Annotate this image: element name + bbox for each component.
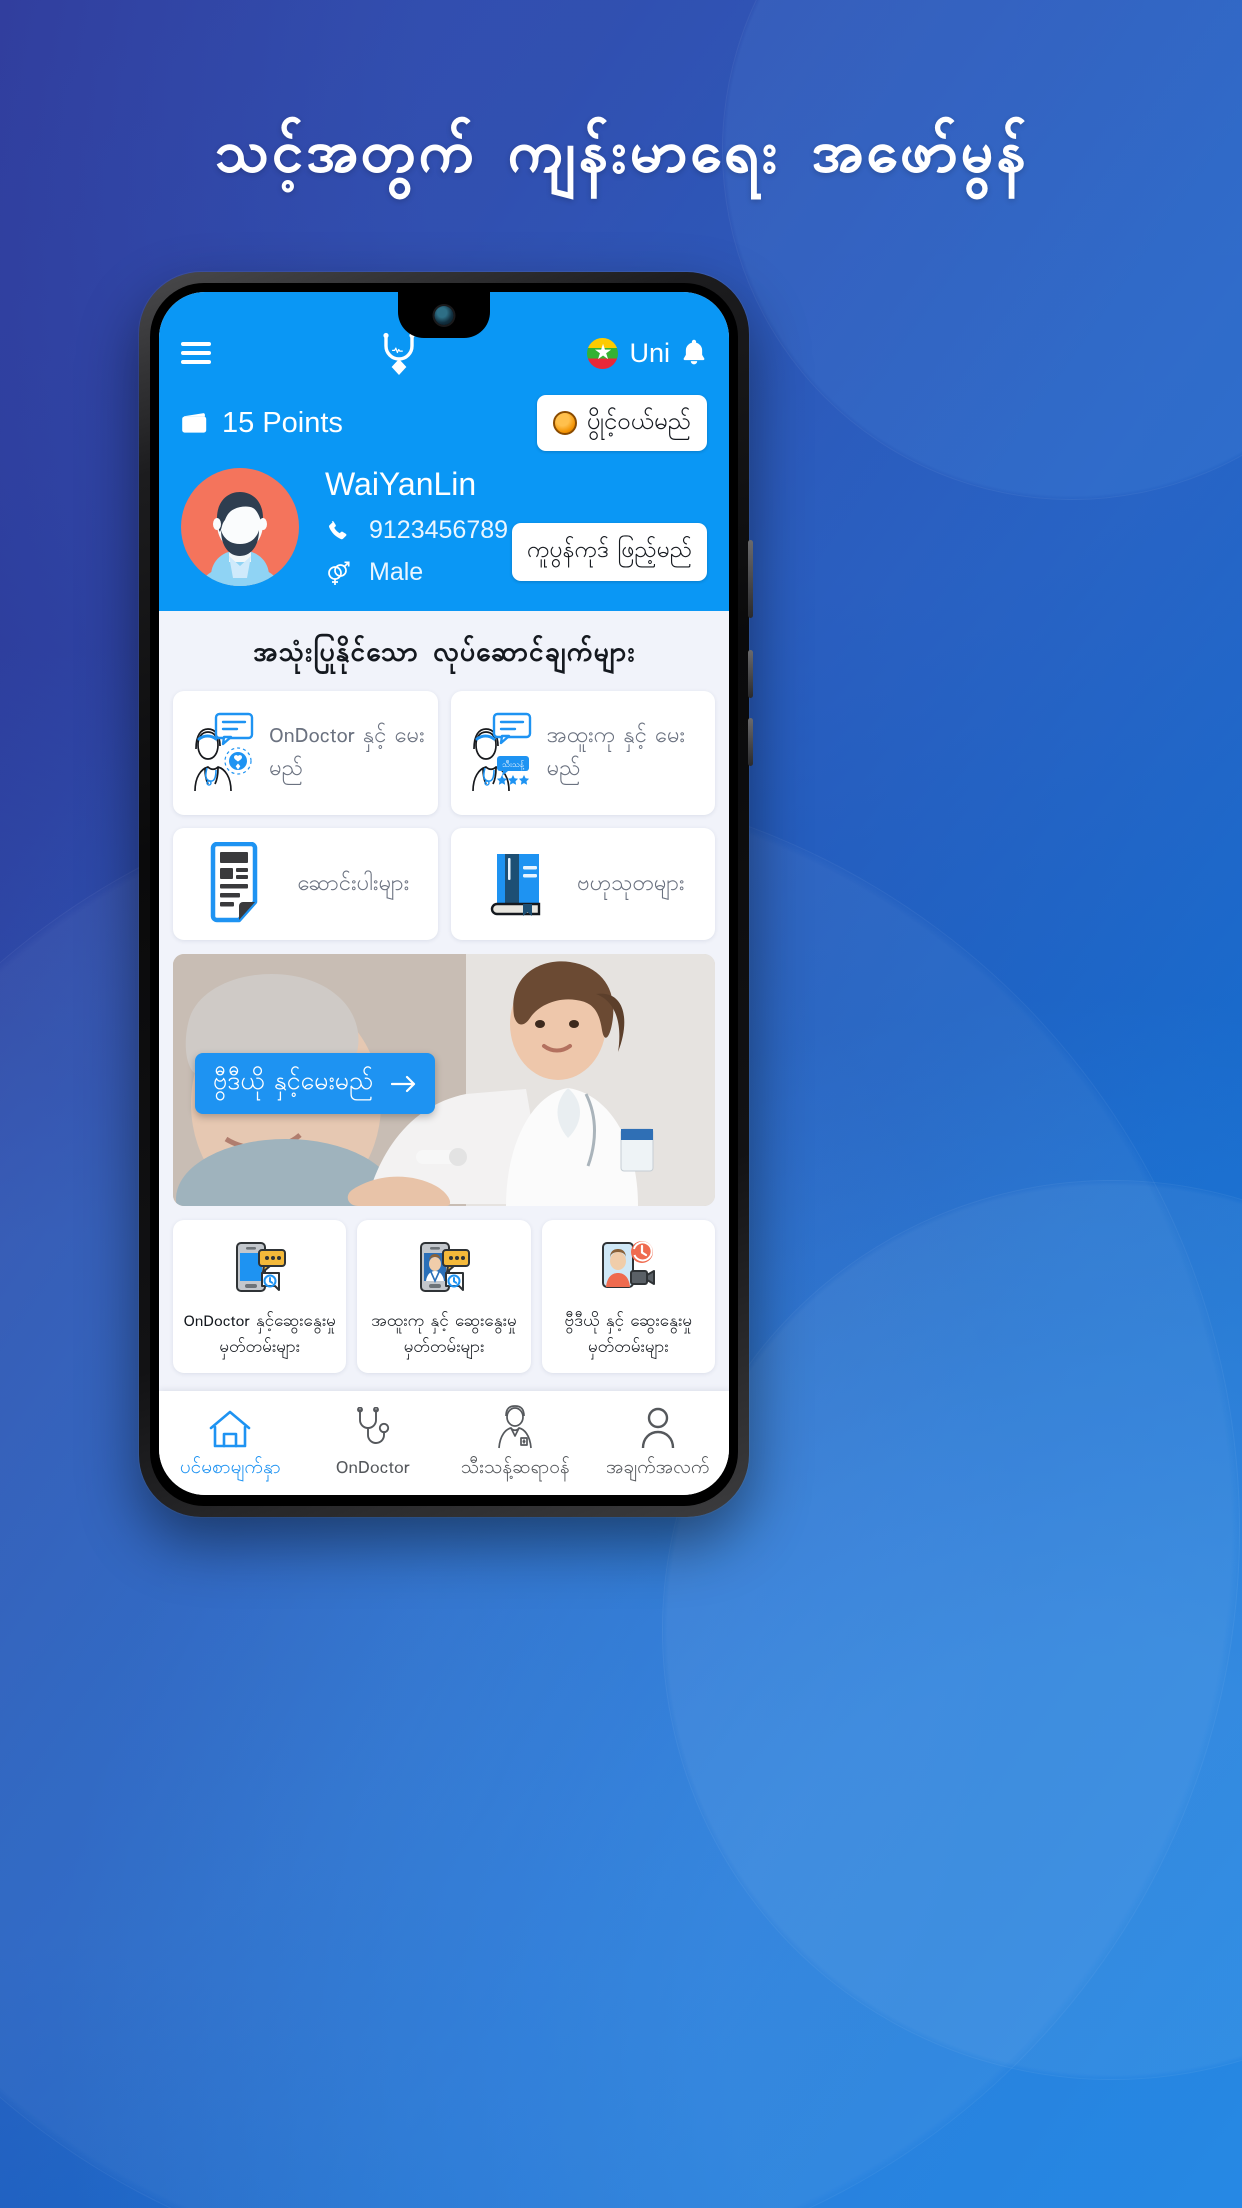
avatar[interactable]: [181, 467, 299, 586]
phone-volume-up-button: [748, 650, 753, 698]
history-card-ondoctor[interactable]: OnDoctor နှင့်ဆွေးနွေးမှု မှတ်တမ်းများ: [173, 1220, 347, 1373]
nav-item-ondoctor[interactable]: OnDoctor: [302, 1403, 445, 1483]
buy-points-label: ပွိုင့်ဝယ်မည်: [586, 405, 691, 441]
bell-icon[interactable]: [681, 338, 707, 368]
points-label: 15 Points: [222, 406, 343, 439]
article-icon: [211, 842, 258, 923]
buy-points-button[interactable]: ပွိုင့်ဝယ်မည်: [536, 395, 707, 451]
phone-screen: ★ Uni 15 Points ပွိုင့်ဝယ်မည် WaiYanLin …: [159, 292, 729, 1495]
home-icon: [159, 1403, 302, 1449]
coin-icon: [552, 411, 577, 435]
feature-card-label: ဗဟုသုတများ: [577, 867, 685, 901]
person-icon: [587, 1403, 730, 1449]
doctor-chat-icon: [194, 712, 254, 792]
poster-headline: သင့်အတွက် ကျန်းမာရေး အဖော်မွန်: [213, 114, 1029, 202]
nav-item-label: ပင်မစာမျက်နှာ: [179, 1455, 281, 1483]
gender-icon: [325, 560, 351, 586]
phone-chat-history-icon: [235, 1242, 286, 1292]
feature-card-ondoctor-ask[interactable]: OnDoctor နှင့် မေးမည်: [173, 691, 438, 815]
phone-mockup: ★ Uni 15 Points ပွိုင့်ဝယ်မည် WaiYanLin …: [139, 272, 753, 1517]
nav-item-label: သီးသန့်ဆရာဝန်: [460, 1455, 570, 1483]
history-card-label: အထူးကု နှင့် ဆွေးနွေးမှု မှတ်တမ်းများ: [371, 1310, 517, 1361]
coupon-button[interactable]: ကူပွန်ကုဒ် ဖြည့်မည်: [511, 523, 707, 581]
profile-name: WaiYanLin: [325, 466, 477, 502]
profile-gender: Male: [369, 558, 424, 586]
bottom-navigation: ပင်မစာမျက်နှာ OnDoctor သီးသန့်ဆရာဝန် အချ…: [159, 1391, 729, 1495]
features-title: အသုံးပြုနိုင်သော လုပ်ဆောင်ချက်များ: [252, 633, 636, 675]
video-consult-banner[interactable]: ဗွီဒီယို နှင့်မေးမည်: [173, 954, 715, 1206]
feature-card-specialist-ask[interactable]: သီးသန့် အထူးကု နှင့် မေးမည်: [450, 691, 715, 815]
feature-row-1: OnDoctor နှင့် မေးမည် သီးသန့် အထူးကု နှင…: [173, 691, 715, 815]
language-label[interactable]: Uni: [629, 338, 670, 369]
phone-notch: [398, 292, 490, 338]
nav-item-profile-info[interactable]: အချက်အလက်: [587, 1403, 730, 1483]
front-camera: [434, 306, 454, 325]
profile-phone: 9123456789: [369, 516, 509, 544]
app-header: ★ Uni 15 Points ပွိုင့်ဝယ်မည် WaiYanLin …: [159, 292, 729, 611]
feature-row-2: ဆောင်းပါးများ ဗဟုသုတများ: [173, 828, 715, 940]
phone-icon: [325, 519, 351, 543]
history-card-video[interactable]: ဗွီဒီယို နှင့် ဆွေးနွေးမှု မှတ်တမ်းများ: [541, 1220, 715, 1373]
feature-card-label: ဆောင်းပါးများ: [297, 867, 410, 901]
history-card-label: ဗွီဒီယို နှင့် ဆွေးနွေးမှု မှတ်တမ်းများ: [564, 1310, 693, 1361]
feature-card-knowledge[interactable]: ဗဟုသုတများ: [450, 828, 715, 940]
nav-item-label: အချက်အလက်: [605, 1455, 710, 1483]
arrow-right-icon: [391, 1075, 416, 1092]
profile-gender-row: Male: [325, 558, 512, 587]
video-consult-cta-button[interactable]: ဗွီဒီယို နှင့်မေးမည်: [195, 1053, 436, 1114]
profile-section: WaiYanLin 9123456789 Male ကူပွန်ကုဒ် ဖြည…: [181, 466, 707, 611]
app-body: အသုံးပြုနိုင်သော လုပ်ဆောင်ချက်များ OnDoc…: [159, 611, 729, 1373]
video-consult-cta-label: ဗွီဒီယို နှင့်မေးမည်: [213, 1065, 374, 1102]
video-history-icon: [602, 1241, 656, 1288]
book-icon: [490, 854, 541, 916]
phone-volume-down-button: [748, 718, 753, 766]
specialist-history-icon: [419, 1242, 470, 1292]
myanmar-flag-icon[interactable]: ★: [587, 337, 619, 369]
history-card-label: OnDoctor နှင့်ဆွေးနွေးမှု မှတ်တမ်းများ: [183, 1310, 336, 1361]
nav-item-home[interactable]: ပင်မစာမျက်နှာ: [159, 1403, 302, 1483]
feature-card-label: OnDoctor နှင့် မေးမည်: [269, 720, 425, 786]
wallet-icon: [182, 413, 207, 433]
specialist-chat-icon: သီးသန့်: [471, 712, 531, 792]
history-row: OnDoctor နှင့်ဆွေးနွေးမှု မှတ်တမ်းများ အ…: [173, 1220, 715, 1373]
points-row: 15 Points ပွိုင့်ဝယ်မည်: [181, 395, 707, 451]
nav-item-private-doctor[interactable]: သီးသန့်ဆရာဝန်: [444, 1403, 587, 1483]
background-arc-3: [722, 0, 1242, 500]
phone-power-button: [748, 540, 753, 618]
history-card-specialist[interactable]: အထူးကု နှင့် ဆွေးနွေးမှု မှတ်တမ်းများ: [357, 1220, 531, 1373]
profile-phone-row: 9123456789: [325, 516, 512, 545]
doctor-icon: [444, 1403, 587, 1449]
feature-card-label: အထူးကု နှင့် မေးမည်: [546, 720, 686, 786]
feature-card-articles[interactable]: ဆောင်းပါးများ: [173, 828, 438, 940]
stethoscope-icon: [302, 1403, 445, 1449]
hamburger-menu-icon[interactable]: [181, 337, 211, 369]
nav-item-label: OnDoctor: [335, 1455, 410, 1483]
